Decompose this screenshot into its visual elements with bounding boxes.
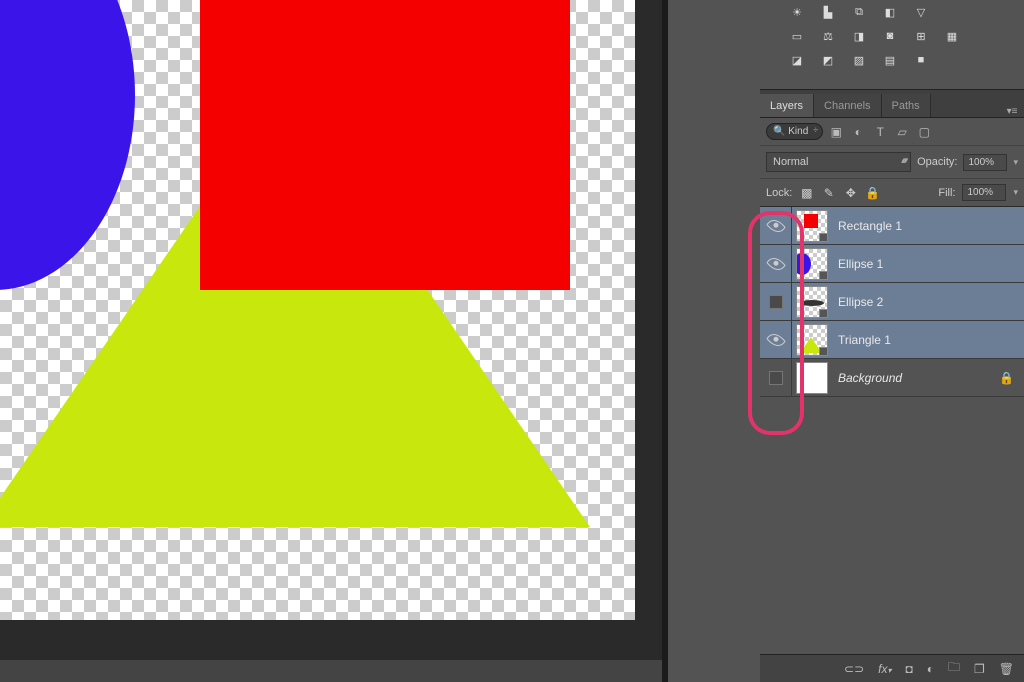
mask-icon[interactable]: ◘	[905, 662, 912, 676]
layer-row-triangle-1[interactable]: Triangle 1	[760, 321, 1024, 359]
mixer-icon[interactable]: ◙	[881, 28, 899, 44]
filter-pixel-icon[interactable]: ▣	[827, 124, 845, 140]
layer-visibility-toggle[interactable]	[760, 321, 792, 358]
levels-icon[interactable]: ▙	[819, 4, 837, 20]
layer-visibility-toggle[interactable]	[760, 359, 792, 396]
curves-icon[interactable]: ⧉	[850, 4, 868, 20]
layers-bottom-bar: ⊂⊃ fx▾ ◘ ◐ 🗀 ❐ 🗑	[760, 654, 1024, 682]
lock-label: Lock:	[766, 187, 792, 199]
layer-name: Ellipse 2	[838, 295, 883, 309]
opacity-input[interactable]: 100%	[963, 154, 1007, 171]
bw-icon[interactable]: ◨	[850, 28, 868, 44]
blend-mode-select[interactable]: Normal ▴▾	[766, 152, 911, 172]
filter-adjust-icon[interactable]: ◐	[849, 124, 867, 140]
layer-name: Rectangle 1	[838, 219, 902, 233]
layer-row-ellipse-1[interactable]: Ellipse 1	[760, 245, 1024, 283]
lock-paint-icon[interactable]: ✎	[821, 185, 836, 200]
opacity-flyout-icon[interactable]: ▾	[1013, 157, 1018, 168]
right-panel: ☀ ▙ ⧉ ◧ ▽ ▭ ⚖ ◨ ◙ ⊞ ▦ ◪ ◩ ▨ ▤ ■ Layers C…	[668, 0, 1024, 682]
layer-visibility-toggle[interactable]	[760, 245, 792, 282]
layer-visibility-toggle[interactable]	[760, 207, 792, 244]
filter-type-icon[interactable]: T	[871, 124, 889, 140]
filter-shape-icon[interactable]: ▱	[893, 124, 911, 140]
color-lookup-icon[interactable]: ⊞	[912, 28, 930, 44]
layer-thumbnail[interactable]	[796, 248, 828, 280]
link-layers-icon[interactable]: ⊂⊃	[844, 662, 864, 676]
filter-kind-label: 🔍 Kind	[773, 126, 808, 137]
layer-row-ellipse-2[interactable]: Ellipse 2	[760, 283, 1024, 321]
canvas-area	[0, 0, 662, 660]
layer-row-background[interactable]: Background 🔒	[760, 359, 1024, 397]
posterize-icon[interactable]: ◩	[819, 52, 837, 68]
lock-transparency-icon[interactable]: ▩	[799, 185, 814, 200]
blend-mode-value: Normal	[773, 156, 808, 168]
photo-filter-icon[interactable]: ▭	[788, 28, 806, 44]
layer-row-rectangle-1[interactable]: Rectangle 1	[760, 207, 1024, 245]
fill-label: Fill:	[938, 187, 955, 199]
layer-name: Background	[838, 371, 902, 385]
panel-tabs: Layers Channels Paths ▾≡	[760, 90, 1024, 118]
layers-list: Rectangle 1 Ellipse 1 Ellipse 2 Triangle…	[760, 207, 1024, 397]
layer-filter-row: 🔍 Kind ▣ ◐ T ▱ ▢	[760, 118, 1024, 146]
tab-layers[interactable]: Layers	[760, 94, 814, 117]
brightness-icon[interactable]: ☀	[788, 4, 806, 20]
layer-thumbnail[interactable]	[796, 324, 828, 356]
panel-menu-icon[interactable]: ▾≡	[1004, 106, 1024, 117]
exposure-icon[interactable]: ◧	[881, 4, 899, 20]
opacity-label: Opacity:	[917, 156, 957, 168]
grid-icon[interactable]: ▦	[943, 28, 961, 44]
tab-paths[interactable]: Paths	[882, 94, 931, 117]
filter-kind-select[interactable]: 🔍 Kind	[766, 123, 823, 140]
selective-color-icon[interactable]: ■	[912, 52, 930, 68]
blend-row: Normal ▴▾ Opacity: 100% ▾	[760, 146, 1024, 179]
lock-all-icon[interactable]: 🔒	[865, 185, 880, 200]
tab-channels[interactable]: Channels	[814, 94, 881, 117]
lock-row: Lock: ▩ ✎ ✥ 🔒 Fill: 100% ▾	[760, 179, 1024, 207]
fill-flyout-icon[interactable]: ▾	[1013, 187, 1018, 198]
delete-layer-icon[interactable]: 🗑	[999, 662, 1014, 676]
eye-icon	[766, 254, 786, 274]
layer-thumbnail[interactable]	[796, 286, 828, 318]
adjustment-layer-icon[interactable]: ◐	[927, 662, 934, 676]
gradient-map-icon[interactable]: ▤	[881, 52, 899, 68]
shape-rectangle[interactable]	[200, 0, 570, 290]
layer-thumbnail[interactable]	[796, 210, 828, 242]
layer-visibility-toggle[interactable]	[760, 283, 792, 320]
visibility-off-icon	[769, 295, 783, 309]
invert-icon[interactable]: ◪	[788, 52, 806, 68]
canvas[interactable]	[0, 0, 635, 620]
filter-smart-icon[interactable]: ▢	[915, 124, 933, 140]
eye-icon	[766, 216, 786, 236]
balance-icon[interactable]: ⚖	[819, 28, 837, 44]
vibrance-icon[interactable]: ▽	[912, 4, 930, 20]
threshold-icon[interactable]: ▨	[850, 52, 868, 68]
new-layer-icon[interactable]: ❐	[974, 662, 985, 676]
layer-name: Triangle 1	[838, 333, 891, 347]
fx-icon[interactable]: fx▾	[878, 662, 891, 676]
lock-position-icon[interactable]: ✥	[843, 185, 858, 200]
eye-icon	[766, 330, 786, 350]
group-icon[interactable]: 🗀	[948, 658, 960, 679]
layer-name: Ellipse 1	[838, 257, 883, 271]
visibility-off-icon	[769, 371, 783, 385]
fill-input[interactable]: 100%	[962, 184, 1006, 201]
adjustments-icon-strip: ☀ ▙ ⧉ ◧ ▽ ▭ ⚖ ◨ ◙ ⊞ ▦ ◪ ◩ ▨ ▤ ■	[760, 0, 1024, 90]
layer-thumbnail[interactable]	[796, 362, 828, 394]
lock-icon: 🔒	[999, 371, 1014, 385]
